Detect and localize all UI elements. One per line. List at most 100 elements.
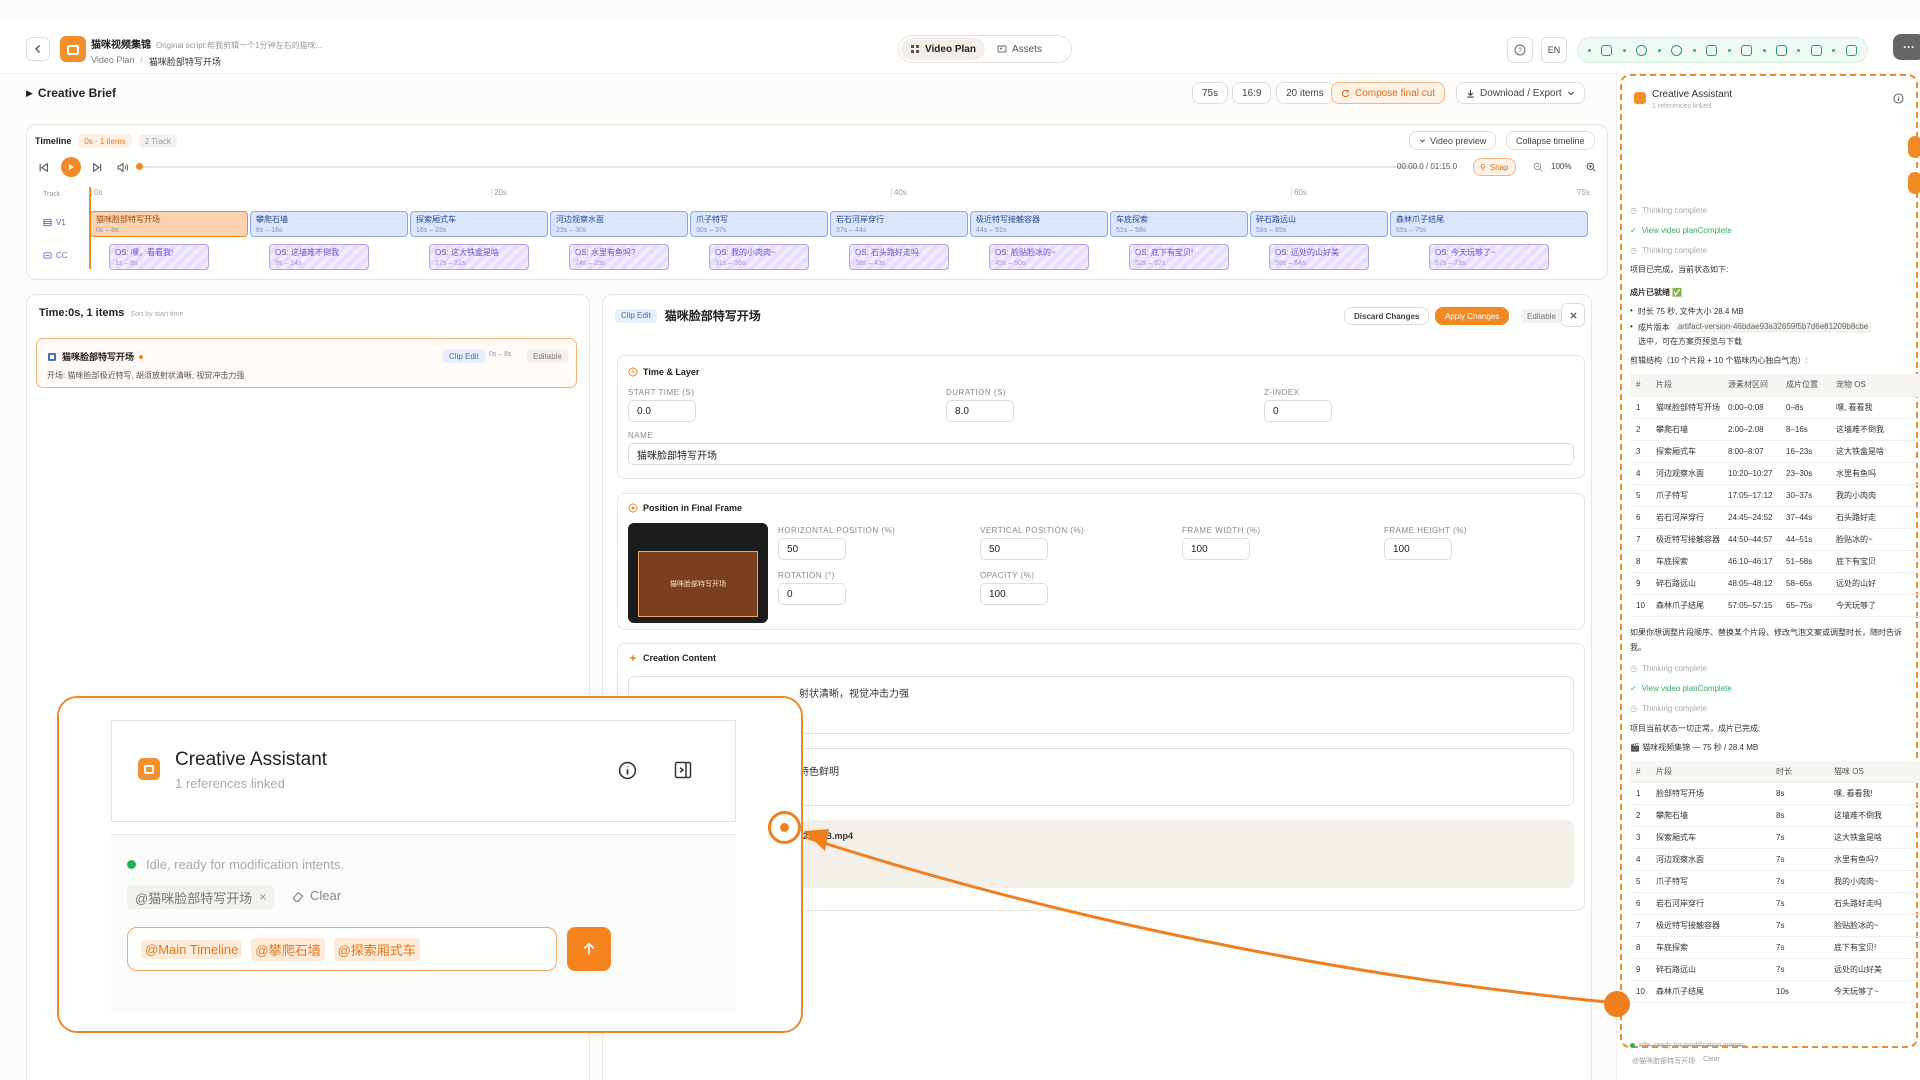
mention-chip[interactable]: @探索厢式车	[333, 937, 420, 961]
timeline-clip[interactable]: 探索厢式车 16s – 23s	[410, 211, 548, 237]
zoom-clear-button[interactable]: Clear	[291, 888, 341, 903]
caption-text: OS: 远处的山好美	[1275, 248, 1340, 257]
snap-toggle[interactable]: ⚲ Snap	[1473, 158, 1516, 176]
skip-back-button[interactable]	[35, 159, 51, 175]
frame-width-input[interactable]: 100	[1182, 538, 1250, 560]
clear-button[interactable]: Clear	[1703, 1056, 1720, 1066]
frame-width-value: 100	[1191, 543, 1208, 555]
skip-forward-button[interactable]	[89, 159, 105, 175]
opacity-input[interactable]: 100	[980, 583, 1048, 605]
timeline-label: Timeline	[35, 136, 72, 146]
assistant-title: Creative Assistant	[1652, 89, 1733, 100]
video-preview-label: Video preview	[1430, 135, 1487, 146]
duration-input[interactable]: 8.0	[946, 400, 1014, 422]
timeline-clip[interactable]: 攀爬石墙 8s – 16s	[250, 211, 408, 237]
mention-chip[interactable]: @Main Timeline	[141, 939, 243, 959]
caption-range: 45s – 50s	[995, 260, 1026, 267]
vertical-position-input[interactable]: 50	[980, 538, 1048, 560]
caption-clip[interactable]: OS: 我的小肉肉~ 31s – 36s	[709, 244, 809, 270]
user-icon[interactable]	[1775, 44, 1787, 56]
items-badge: 20 items	[1276, 82, 1334, 104]
play-button[interactable]	[61, 157, 81, 177]
picture-icon[interactable]	[1810, 44, 1822, 56]
more-button[interactable]: ···	[1893, 34, 1920, 60]
spark-icon[interactable]	[1706, 44, 1718, 56]
chip-remove-button[interactable]: ×	[259, 890, 266, 904]
horizontal-position-input[interactable]: 50	[778, 538, 846, 560]
apply-changes-button[interactable]: Apply Changes	[1435, 307, 1510, 325]
frame-height-input[interactable]: 100	[1384, 538, 1452, 560]
film-icon	[43, 218, 52, 227]
editor-title: 猫咪脸部特写开场	[664, 309, 761, 323]
creative-brief-toggle[interactable]: ▶ Creative Brief	[26, 86, 116, 100]
assistant-idle-status: Idle, ready for modification intents.	[1630, 1042, 1746, 1049]
scroll-indicator[interactable]	[1908, 136, 1920, 158]
language-button[interactable]: EN	[1541, 37, 1567, 63]
compose-final-cut-button[interactable]: Compose final cut	[1331, 82, 1446, 104]
frame-preview[interactable]: 猫咪脸部特写开场	[628, 523, 768, 623]
timeline-clip[interactable]: 河边观察水面 23s – 30s	[550, 211, 688, 237]
caption-clip[interactable]: OS: 底下有宝贝! 52s – 57s	[1129, 244, 1229, 270]
caption-clip[interactable]: OS: 嘿，看看我! 1s – 8s	[109, 244, 209, 270]
caption-clip[interactable]: OS: 远处的山好美 59s – 64s	[1269, 244, 1369, 270]
assistant-messages: ◷ Thinking complete ✓ View video planCompl…	[1630, 202, 1920, 1042]
timeline-clip[interactable]: 车底探索 51s – 58s	[1110, 211, 1248, 237]
zoom-reference-chip[interactable]: @猫咪脸部特写开场 ×	[127, 885, 275, 909]
frame-preview-clip[interactable]: 猫咪脸部特写开场	[638, 551, 758, 617]
zoom-in-button[interactable]	[1584, 160, 1598, 174]
zoom-send-button[interactable]	[567, 927, 611, 971]
download-export-button[interactable]: Download / Export	[1456, 82, 1585, 104]
speaker-icon[interactable]	[1741, 44, 1753, 56]
zoom-message-input[interactable]: @Main Timeline @攀爬石墙 @探索厢式车	[127, 927, 557, 971]
zoom-collapse-panel-button[interactable]	[672, 759, 694, 781]
caption-range: 59s – 64s	[1275, 260, 1306, 267]
volume-button[interactable]	[115, 159, 131, 175]
tab-video-plan[interactable]: Video Plan	[901, 38, 985, 60]
clip-range: 0s – 8s	[96, 227, 119, 234]
z-index-input[interactable]: 0	[1264, 400, 1332, 422]
reference-chip[interactable]: @猫咪脸部特写开场	[1632, 1056, 1695, 1066]
video-icon[interactable]	[1845, 44, 1857, 56]
caption-clip[interactable]: OS: 石头路好走吗 38s – 43s	[849, 244, 949, 270]
caption-clip[interactable]: OS: 这大铁盒是啥 17s – 22s	[429, 244, 529, 270]
view-plan-link[interactable]: ✓ View video planComplete	[1630, 681, 1920, 697]
timeline-clip[interactable]: 猫咪脸部特写开场 0s – 8s	[90, 211, 248, 237]
scrubber-handle[interactable]	[136, 163, 143, 170]
table-cell: 脸贴冰的~	[1830, 528, 1920, 551]
name-input[interactable]: 猫咪脸部特写开场	[628, 443, 1574, 465]
help-button[interactable]: ?	[1507, 37, 1533, 63]
video-preview-button[interactable]: Video preview	[1409, 131, 1497, 150]
close-editor-button[interactable]	[1561, 303, 1585, 327]
timeline-clip[interactable]: 森林爪子结尾 65s – 75s	[1390, 211, 1588, 237]
collapse-timeline-button[interactable]: Collapse timeline	[1506, 131, 1595, 150]
globe-icon[interactable]	[1671, 44, 1683, 56]
caption-clip[interactable]: OS: 这墙难不倒我 9s – 14s	[269, 244, 369, 270]
table-cell: 2	[1630, 804, 1650, 827]
playback-scrubber[interactable]	[139, 166, 1419, 168]
discard-changes-button[interactable]: Discard Changes	[1344, 307, 1430, 325]
breadcrumb-root[interactable]: Video Plan	[91, 55, 134, 68]
mention-chip[interactable]: @攀爬石墙	[251, 937, 325, 961]
view-plan-link[interactable]: ✓ View video planComplete	[1630, 222, 1920, 238]
scroll-indicator-2[interactable]	[1908, 172, 1920, 194]
rotation-input[interactable]: 0	[778, 583, 846, 605]
caption-clip[interactable]: OS: 脸贴脸冰的~ 45s – 50s	[989, 244, 1089, 270]
eye-icon[interactable]	[1636, 44, 1648, 56]
table-cell: 8s	[1770, 782, 1828, 805]
caption-clip[interactable]: OS: 今天玩够了~ 67s – 73s	[1429, 244, 1549, 270]
tab-assets[interactable]: Assets	[989, 38, 1050, 60]
zoom-info-button[interactable]	[616, 759, 638, 781]
timeline-clip[interactable]: 极近特写接触容器 44s – 51s	[970, 211, 1108, 237]
assistant-info-button[interactable]	[1892, 92, 1904, 104]
timeline-clip[interactable]: 碎石路远山 58s – 65s	[1250, 211, 1388, 237]
caption-clip[interactable]: OS: 水里有鱼吗? 24s – 29s	[569, 244, 669, 270]
zoom-out-button[interactable]	[1531, 160, 1545, 174]
table-header-cell: #	[1630, 374, 1650, 397]
clip-range: 65s – 75s	[1396, 227, 1427, 234]
cloud-icon[interactable]	[1601, 44, 1613, 56]
list-item[interactable]: 猫咪脸部特写开场 Clip Edit 0s – 8s Editable 开场: …	[36, 338, 577, 388]
start-time-input[interactable]: 0.0	[628, 400, 696, 422]
back-button[interactable]	[26, 37, 50, 61]
timeline-clip[interactable]: 爪子特写 30s – 37s	[690, 211, 828, 237]
timeline-clip[interactable]: 岩石河岸穿行 37s – 44s	[830, 211, 968, 237]
